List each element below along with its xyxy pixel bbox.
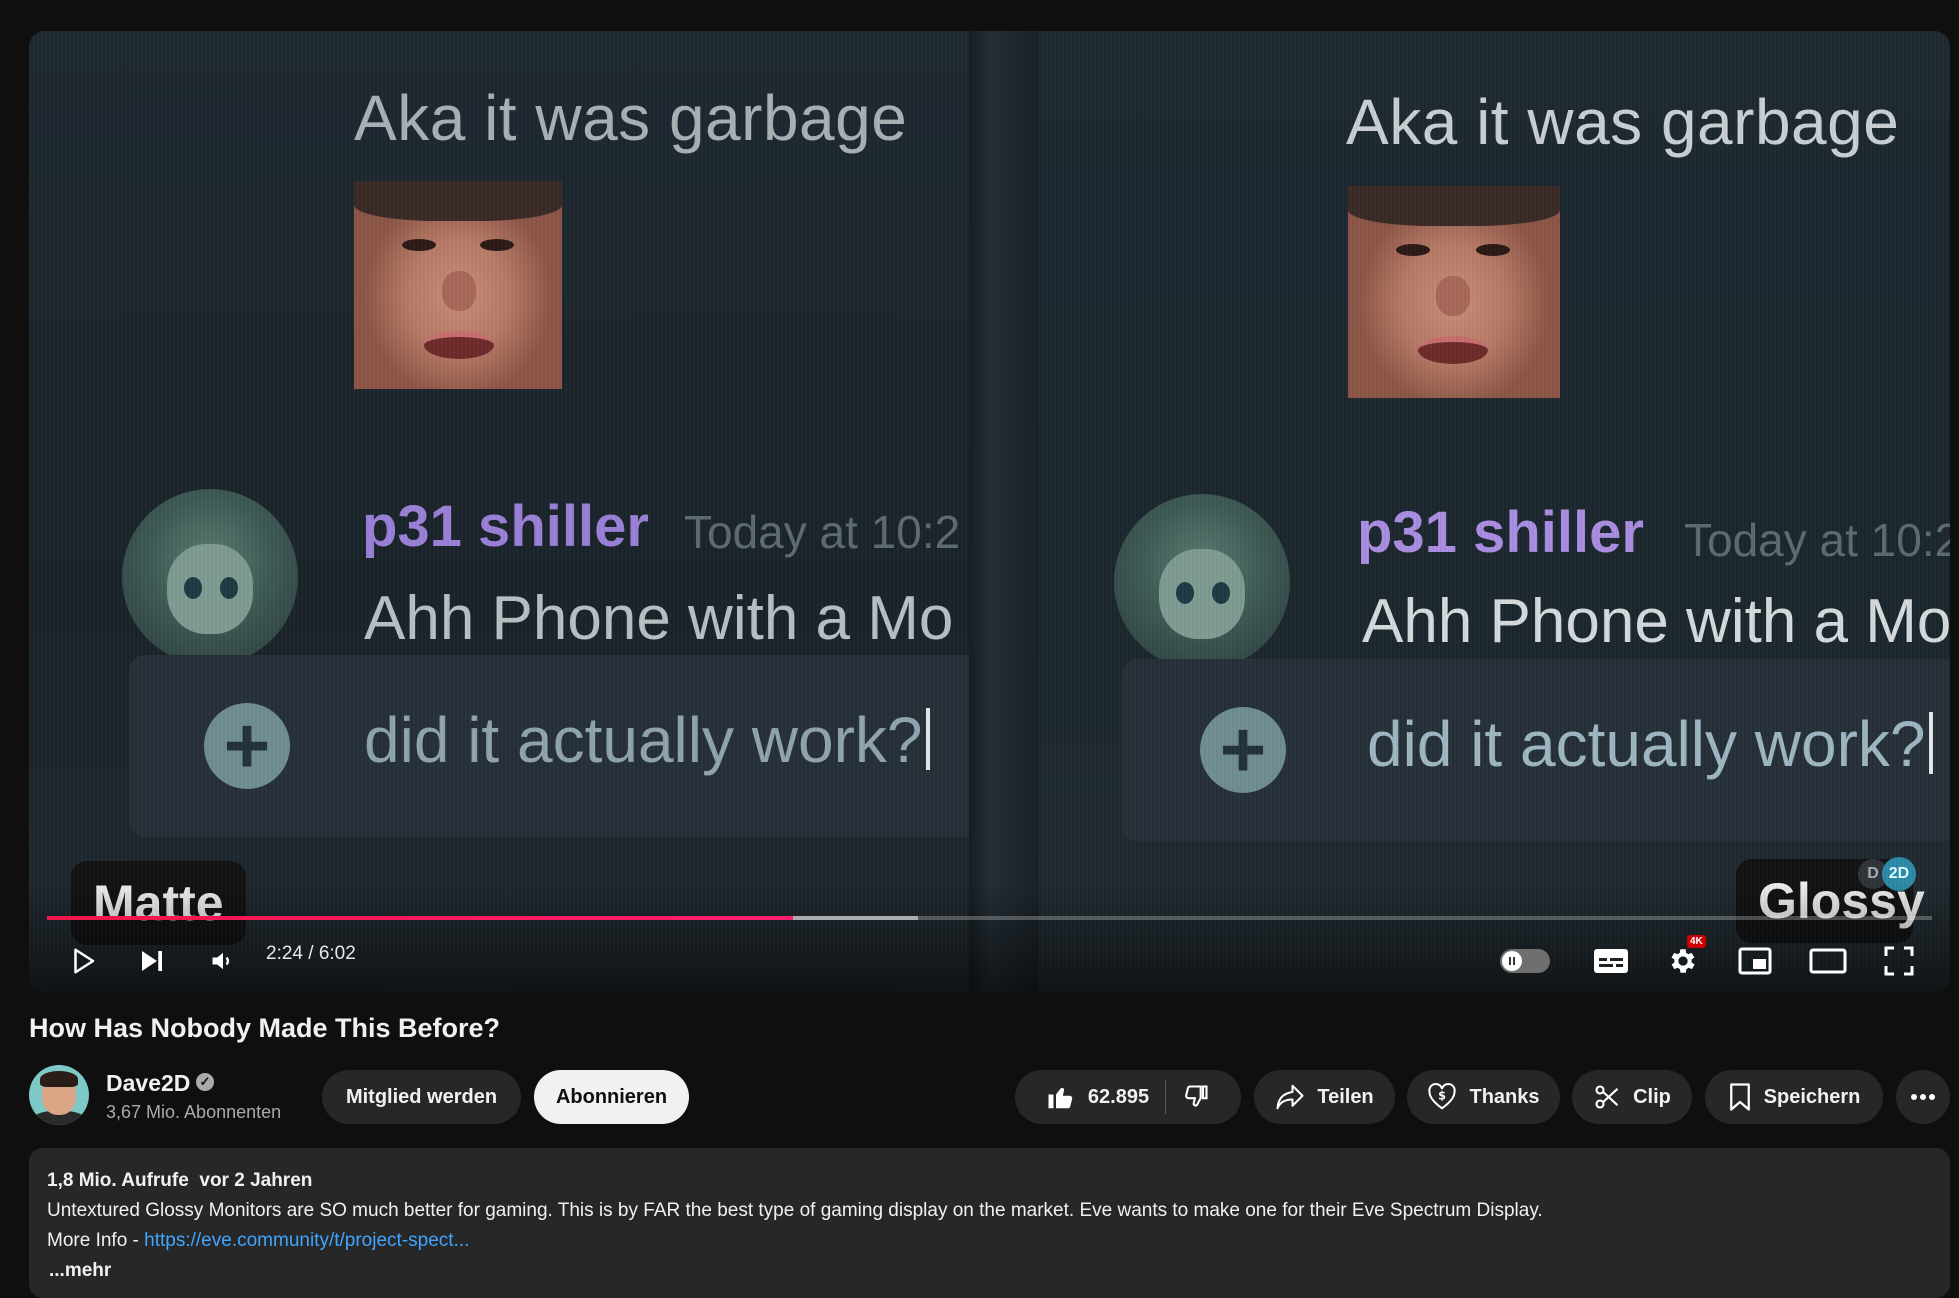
chat-timestamp: Today at 10:2	[1684, 514, 1950, 566]
subtitles-button[interactable]	[1587, 937, 1635, 985]
meme-image	[1348, 186, 1560, 398]
miniplayer-button[interactable]	[1731, 937, 1779, 985]
play-icon	[74, 948, 95, 974]
progress-bar[interactable]	[47, 916, 1932, 920]
show-more-button[interactable]: ...mehr	[49, 1260, 111, 1282]
chat-typed-text: did it actually work?	[1367, 707, 1934, 781]
like-count[interactable]: 62.895	[1088, 1086, 1149, 1109]
split-divider	[969, 31, 1039, 992]
next-button[interactable]	[128, 937, 176, 985]
like-button[interactable]	[1046, 1082, 1076, 1112]
plus-icon: +	[1200, 707, 1286, 793]
play-button[interactable]	[59, 937, 107, 985]
subtitles-icon	[1594, 949, 1628, 973]
timecode: 2:24 / 6:02	[266, 943, 356, 964]
chat-message-2: Ahh Phone with a Mo	[364, 584, 954, 653]
subscriber-count: 3,67 Mio. Abonnenten	[106, 1102, 282, 1122]
description-box[interactable]: 1,8 Mio. Aufrufe vor 2 Jahren Untextured…	[29, 1148, 1950, 1298]
view-date-line: 1,8 Mio. Aufrufe vor 2 Jahren	[47, 1170, 312, 1192]
autoplay-toggle[interactable]	[1500, 949, 1550, 973]
miniplayer-icon	[1738, 947, 1772, 975]
chat-message-text: Aka it was garbage	[1346, 86, 1900, 158]
next-icon	[142, 951, 162, 971]
channel-avatar[interactable]	[29, 1065, 89, 1125]
channel-name[interactable]: Dave2D	[106, 1070, 190, 1097]
user-avatar	[1114, 494, 1290, 670]
join-button[interactable]: Mitglied werden	[322, 1070, 521, 1124]
share-icon	[1276, 1084, 1304, 1110]
subscribe-button[interactable]: Abonnieren	[534, 1070, 689, 1124]
fullscreen-button[interactable]	[1875, 937, 1923, 985]
dislike-button[interactable]	[1182, 1083, 1210, 1111]
bookmark-icon	[1729, 1083, 1750, 1111]
fullscreen-icon	[1884, 946, 1914, 976]
heart-dollar-icon: $	[1428, 1083, 1457, 1110]
video-frame-matte: Aka it was garbage p31 shiller Today at …	[29, 31, 974, 992]
thanks-button[interactable]: $ Thanks	[1407, 1070, 1560, 1124]
verified-icon: ✓	[196, 1073, 214, 1091]
chat-message-2: Ahh Phone with a Mo	[1362, 587, 1950, 656]
save-button[interactable]: Speichern	[1705, 1070, 1883, 1124]
meme-image	[354, 181, 562, 389]
chat-input-box: + did it actually work?	[129, 655, 974, 837]
upload-age: vor 2 Jahren	[199, 1170, 313, 1191]
chat-timestamp: Today at 10:2	[684, 506, 961, 558]
thumbs-down-icon	[1185, 1085, 1208, 1107]
video-title: How Has Nobody Made This Before?	[29, 1013, 501, 1043]
progress-played	[47, 916, 794, 920]
like-dislike-group: 62.895	[1015, 1070, 1241, 1124]
volume-icon	[212, 952, 230, 970]
user-avatar	[122, 489, 298, 665]
scissors-icon	[1595, 1085, 1619, 1109]
chat-message-text: Aka it was garbage	[354, 82, 908, 154]
plus-icon: +	[204, 703, 290, 789]
more-actions-button[interactable]	[1896, 1070, 1950, 1124]
video-frame-glossy: Aka it was garbage p31 shiller Today at …	[974, 31, 1950, 992]
view-count: 1,8 Mio. Aufrufe	[47, 1170, 189, 1191]
theater-button[interactable]	[1804, 937, 1852, 985]
more-horizontal-icon	[1911, 1094, 1935, 1100]
chat-input-box: + did it actually work?	[1122, 659, 1950, 841]
chat-username: p31 shiller	[1357, 500, 1644, 565]
more-info-line: More Info - https://eve.community/t/proj…	[47, 1230, 470, 1251]
volume-button[interactable]	[199, 937, 247, 985]
chat-username: p31 shiller	[362, 494, 649, 559]
theater-icon	[1809, 948, 1847, 974]
description-text: Untextured Glossy Monitors are SO much b…	[47, 1200, 1543, 1221]
quality-badge: 4K	[1687, 935, 1706, 948]
chat-typed-text: did it actually work?	[364, 703, 931, 777]
svg-text:$: $	[1439, 1090, 1447, 1103]
thumbs-up-icon	[1048, 1087, 1073, 1109]
settings-icon	[1671, 949, 1695, 973]
share-button[interactable]: Teilen	[1254, 1070, 1395, 1124]
video-player[interactable]: Aka it was garbage p31 shiller Today at …	[29, 31, 1950, 992]
clip-button[interactable]: Clip	[1572, 1070, 1692, 1124]
description-link[interactable]: https://eve.community/t/project-spect...	[144, 1230, 469, 1251]
